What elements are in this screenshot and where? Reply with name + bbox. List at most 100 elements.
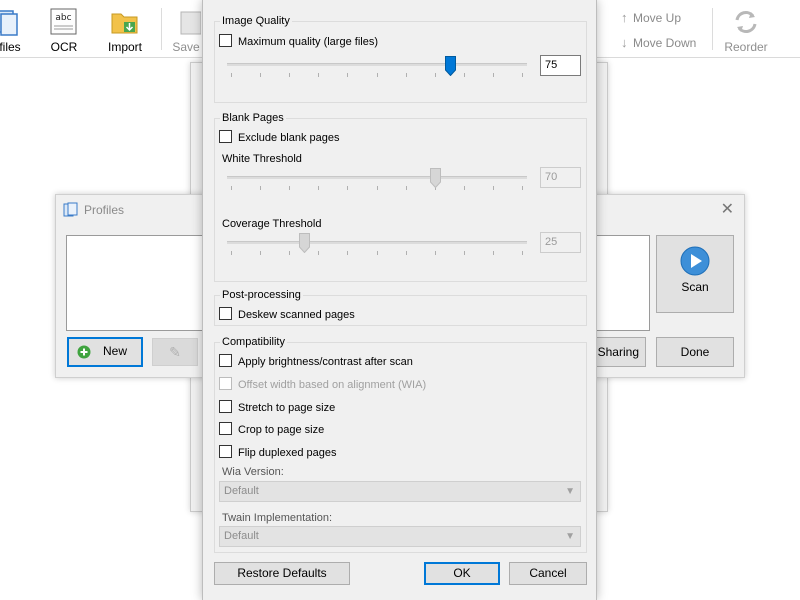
offset-width-label: Offset width based on alignment (WIA) bbox=[238, 379, 427, 391]
coverage-threshold-slider-thumb[interactable] bbox=[298, 233, 310, 253]
reorder-label: Reorder bbox=[724, 40, 768, 54]
white-threshold-slider-ticks bbox=[231, 186, 523, 190]
deskew-label: Deskew scanned pages bbox=[238, 309, 355, 321]
profiles-window-icon bbox=[63, 202, 78, 217]
toolbar-separator bbox=[161, 8, 162, 50]
slider-tick bbox=[377, 186, 378, 190]
move-down-button[interactable]: ↓ Move Down bbox=[621, 35, 696, 50]
white-threshold-slider-track[interactable] bbox=[227, 176, 527, 179]
white-threshold-value-input[interactable]: 70 bbox=[540, 167, 581, 188]
deskew-checkbox-box[interactable] bbox=[219, 307, 232, 320]
import-button[interactable]: Import bbox=[104, 2, 146, 56]
flip-duplexed-checkbox-box[interactable] bbox=[219, 445, 232, 458]
slider-tick bbox=[318, 251, 319, 255]
slider-tick bbox=[464, 186, 465, 190]
crop-page-checkbox-box[interactable] bbox=[219, 422, 232, 435]
ocr-icon: abc bbox=[50, 8, 77, 35]
crop-page-checkbox[interactable]: Crop to page size bbox=[219, 422, 324, 438]
move-down-label: Move Down bbox=[633, 36, 697, 50]
slider-tick bbox=[318, 73, 319, 77]
slider-tick bbox=[522, 186, 523, 190]
max-quality-label: Maximum quality (large files) bbox=[238, 36, 378, 48]
slider-tick bbox=[406, 186, 407, 190]
exclude-blank-label: Exclude blank pages bbox=[238, 132, 340, 144]
slider-tick bbox=[231, 186, 232, 190]
exclude-blank-checkbox-box[interactable] bbox=[219, 130, 232, 143]
profiles-button[interactable]: files bbox=[0, 2, 26, 56]
quality-slider-track[interactable] bbox=[227, 63, 527, 66]
reorder-icon bbox=[735, 11, 757, 33]
image-quality-group-label: Image Quality bbox=[220, 15, 292, 27]
reorder-button[interactable]: Reorder bbox=[722, 2, 770, 56]
move-up-label: Move Up bbox=[633, 11, 682, 25]
offset-width-checkbox-box[interactable] bbox=[219, 377, 232, 390]
done-label: Done bbox=[680, 345, 710, 359]
slider-tick bbox=[318, 186, 319, 190]
profiles-icon bbox=[0, 10, 18, 36]
slider-tick bbox=[493, 186, 494, 190]
max-quality-checkbox[interactable]: Maximum quality (large files) bbox=[219, 34, 378, 50]
coverage-threshold-slider-ticks bbox=[231, 251, 523, 255]
coverage-threshold-slider-track[interactable] bbox=[227, 241, 527, 244]
stretch-page-checkbox[interactable]: Stretch to page size bbox=[219, 400, 335, 416]
cancel-button[interactable]: Cancel bbox=[509, 562, 587, 585]
blank-pages-group-label: Blank Pages bbox=[220, 112, 286, 124]
done-button[interactable]: Done bbox=[656, 337, 734, 367]
sharing-label: Sharing bbox=[597, 345, 639, 359]
wia-version-label: Wia Version: bbox=[222, 466, 284, 478]
slider-tick bbox=[406, 251, 407, 255]
slider-tick bbox=[260, 251, 261, 255]
profiles-window-title: Profiles bbox=[84, 203, 125, 217]
slider-tick bbox=[493, 73, 494, 77]
slider-tick bbox=[522, 73, 523, 77]
arrow-down-icon: ↓ bbox=[621, 35, 628, 50]
slider-tick bbox=[464, 251, 465, 255]
sharing-button[interactable]: Sharing bbox=[596, 337, 646, 367]
restore-defaults-button[interactable]: Restore Defaults bbox=[214, 562, 350, 585]
coverage-threshold-label: Coverage Threshold bbox=[222, 218, 322, 230]
ok-button[interactable]: OK bbox=[424, 562, 500, 585]
quality-slider-thumb[interactable] bbox=[444, 56, 456, 76]
slider-tick bbox=[406, 73, 407, 77]
stretch-page-label: Stretch to page size bbox=[238, 402, 336, 414]
close-icon[interactable]: ✕ bbox=[721, 199, 734, 219]
toolbar-separator bbox=[712, 8, 713, 50]
twain-implementation-label: Twain Implementation: bbox=[222, 512, 333, 524]
twain-implementation-select[interactable]: Default ▼ bbox=[219, 526, 581, 547]
white-threshold-slider-thumb[interactable] bbox=[429, 168, 441, 188]
deskew-checkbox[interactable]: Deskew scanned pages bbox=[219, 307, 355, 323]
scan-button[interactable]: Scan bbox=[656, 235, 734, 313]
slider-tick bbox=[347, 186, 348, 190]
slider-tick bbox=[347, 73, 348, 77]
twain-implementation-value: Default bbox=[224, 530, 259, 542]
slider-tick bbox=[493, 251, 494, 255]
quality-slider-ticks bbox=[231, 73, 523, 77]
slider-tick bbox=[260, 73, 261, 77]
ocr-label: OCR bbox=[50, 40, 78, 54]
coverage-threshold-value-input[interactable]: 25 bbox=[540, 232, 581, 253]
edit-profile-button[interactable]: ✎ bbox=[152, 338, 198, 366]
play-icon bbox=[680, 246, 710, 276]
crop-page-label: Crop to page size bbox=[238, 424, 325, 436]
scan-label: Scan bbox=[681, 280, 709, 294]
slider-tick bbox=[464, 73, 465, 77]
slider-tick bbox=[435, 251, 436, 255]
quality-value-input[interactable]: 75 bbox=[540, 55, 581, 76]
move-up-button[interactable]: ↑ Move Up bbox=[621, 10, 681, 25]
white-threshold-label: White Threshold bbox=[222, 153, 302, 165]
brightness-contrast-checkbox[interactable]: Apply brightness/contrast after scan bbox=[219, 354, 413, 370]
save-pdf-button[interactable]: Save bbox=[170, 2, 202, 56]
arrow-up-icon: ↑ bbox=[621, 10, 628, 25]
max-quality-checkbox-box[interactable] bbox=[219, 34, 232, 47]
ocr-icon-text: abc bbox=[55, 13, 71, 23]
flip-duplexed-checkbox[interactable]: Flip duplexed pages bbox=[219, 445, 336, 461]
exclude-blank-checkbox[interactable]: Exclude blank pages bbox=[219, 130, 340, 146]
save-label: Save bbox=[172, 40, 200, 54]
new-profile-button[interactable]: New bbox=[67, 337, 143, 367]
stretch-page-checkbox-box[interactable] bbox=[219, 400, 232, 413]
offset-width-checkbox[interactable]: Offset width based on alignment (WIA) bbox=[219, 377, 426, 393]
ocr-button[interactable]: abc OCR bbox=[44, 2, 84, 56]
wia-version-select[interactable]: Default ▼ bbox=[219, 481, 581, 502]
brightness-contrast-checkbox-box[interactable] bbox=[219, 354, 232, 367]
compatibility-group-label: Compatibility bbox=[220, 336, 287, 348]
